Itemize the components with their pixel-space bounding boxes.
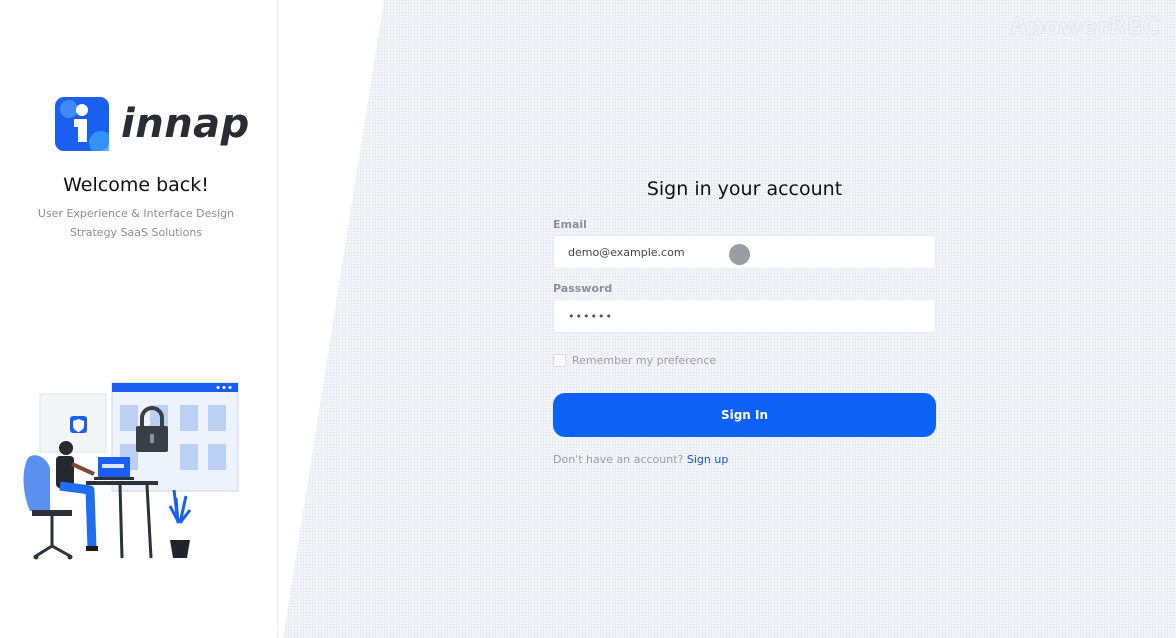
form-title: Sign in your account bbox=[646, 178, 843, 200]
innap-logo-icon bbox=[55, 97, 109, 151]
tagline: User Experience & Interface Design Strat… bbox=[0, 204, 272, 242]
security-illustration bbox=[23, 382, 239, 560]
password-label: Password bbox=[553, 282, 613, 295]
brand-name: innap bbox=[121, 101, 250, 147]
remember-row: Remember my preference bbox=[553, 354, 936, 367]
password-field[interactable]: •••••• bbox=[553, 299, 936, 333]
watermark: ApowerREC bbox=[1009, 14, 1160, 40]
signup-prompt: Don't have an account? bbox=[553, 453, 684, 466]
sign-in-button[interactable]: Sign In bbox=[553, 393, 936, 437]
brand-logo[interactable]: innap bbox=[55, 97, 250, 151]
email-value: demo@example.com bbox=[568, 245, 685, 259]
tagline-line-2: Strategy SaaS Solutions bbox=[69, 226, 203, 239]
signin-form: Sign in your account Email demo@example.… bbox=[553, 178, 936, 466]
signup-row: Don't have an account? Sign up bbox=[553, 453, 936, 466]
welcome-title: Welcome back! bbox=[63, 174, 209, 196]
remember-label[interactable]: Remember my preference bbox=[572, 354, 716, 367]
tagline-line-1: User Experience & Interface Design bbox=[37, 207, 235, 220]
remember-checkbox[interactable] bbox=[553, 354, 566, 367]
left-panel: innap Welcome back! User Experience & In… bbox=[0, 0, 278, 638]
signup-link[interactable]: Sign up bbox=[687, 453, 728, 466]
email-label: Email bbox=[553, 218, 587, 231]
password-value: •••••• bbox=[568, 309, 613, 323]
mouse-cursor-indicator bbox=[729, 244, 750, 265]
